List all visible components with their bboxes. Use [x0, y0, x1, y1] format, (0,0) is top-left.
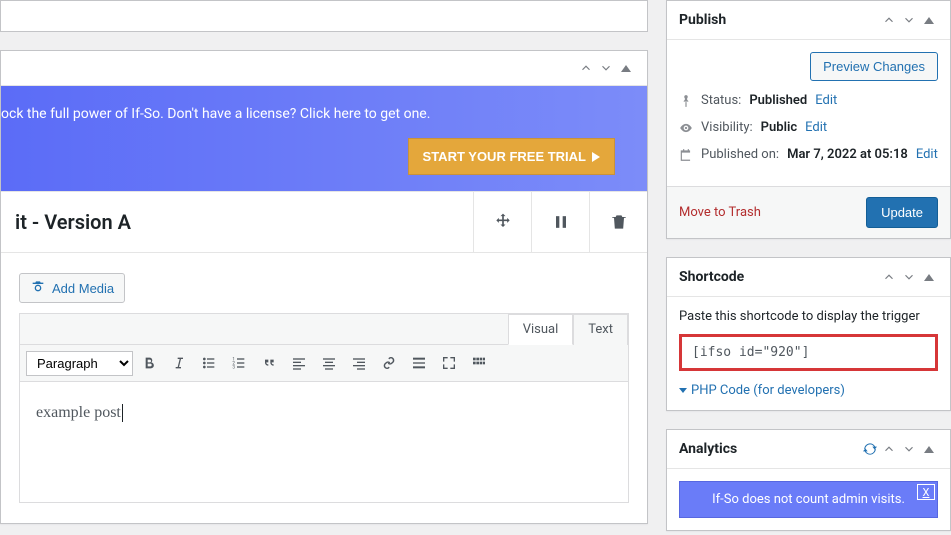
align-left-button[interactable] — [285, 349, 313, 377]
collapse-toggle[interactable] — [920, 11, 938, 29]
editor-content[interactable]: example post — [20, 382, 628, 502]
start-trial-label: START YOUR FREE TRIAL — [423, 149, 586, 164]
publish-box: Publish Preview Changes Status: Publishe… — [666, 0, 951, 239]
status-label: Status: — [701, 93, 741, 108]
format-select[interactable]: Paragraph — [26, 351, 133, 376]
pin-icon — [679, 94, 693, 108]
visibility-value: Public — [761, 120, 797, 135]
status-row: Status: Published Edit — [679, 93, 938, 108]
tab-visual[interactable]: Visual — [508, 314, 574, 345]
visibility-row: Visibility: Public Edit — [679, 120, 938, 135]
published-value: Mar 7, 2022 at 05:18 — [787, 147, 908, 162]
analytics-alert: If-So does not count admin visits. X — [679, 481, 938, 518]
editor-tabs: Visual Text — [20, 314, 628, 344]
title-input-box[interactable] — [0, 0, 648, 32]
promo-banner: ock the full power of If-So. Don't have … — [1, 86, 647, 191]
eye-icon — [679, 121, 693, 135]
toolbar-toggle-button[interactable] — [465, 349, 493, 377]
tab-text[interactable]: Text — [573, 314, 628, 345]
italic-button[interactable] — [165, 349, 193, 377]
chevron-up-icon[interactable] — [880, 11, 898, 29]
editor-text: example post — [36, 404, 121, 421]
preview-button[interactable]: Preview Changes — [810, 52, 938, 81]
php-label: PHP Code (for developers) — [691, 383, 845, 398]
shortcode-instructions: Paste this shortcode to display the trig… — [679, 309, 938, 324]
status-value: Published — [749, 93, 807, 108]
add-media-label: Add Media — [52, 281, 114, 296]
pause-icon[interactable] — [531, 192, 589, 252]
version-title: it - Version A — [1, 192, 473, 252]
editor-box: Visual Text Paragraph 123 — [19, 313, 629, 503]
shortcode-box: Shortcode Paste this shortcode to displa… — [666, 257, 951, 411]
align-center-button[interactable] — [315, 349, 343, 377]
chevron-up-icon[interactable] — [577, 59, 595, 77]
main-panel: ock the full power of If-So. Don't have … — [0, 50, 648, 524]
link-button[interactable] — [375, 349, 403, 377]
visibility-label: Visibility: — [701, 120, 753, 135]
analytics-alert-text: If-So does not count admin visits. — [712, 492, 905, 507]
chevron-down-icon[interactable] — [900, 11, 918, 29]
panel-header-bar — [1, 51, 647, 86]
publish-title: Publish — [679, 12, 726, 28]
quote-button[interactable] — [255, 349, 283, 377]
media-icon — [30, 280, 46, 296]
shortcode-code[interactable]: [ifso id="920"] — [679, 334, 938, 371]
add-media-button[interactable]: Add Media — [19, 273, 125, 303]
align-right-button[interactable] — [345, 349, 373, 377]
bold-button[interactable] — [135, 349, 163, 377]
refresh-icon[interactable] — [862, 441, 878, 457]
chevron-down-icon[interactable] — [900, 440, 918, 458]
move-icon[interactable] — [473, 192, 531, 252]
bullet-list-button[interactable] — [195, 349, 223, 377]
update-button[interactable]: Update — [866, 197, 938, 228]
readmore-button[interactable] — [405, 349, 433, 377]
analytics-title: Analytics — [679, 441, 737, 457]
chevron-up-icon[interactable] — [880, 268, 898, 286]
chevron-down-icon[interactable] — [900, 268, 918, 286]
start-trial-button[interactable]: START YOUR FREE TRIAL — [408, 138, 615, 175]
published-edit[interactable]: Edit — [916, 147, 938, 162]
collapse-toggle[interactable] — [617, 59, 635, 77]
chevron-up-icon[interactable] — [880, 440, 898, 458]
text-cursor — [122, 404, 123, 422]
number-list-button[interactable]: 123 — [225, 349, 253, 377]
alert-close-button[interactable]: X — [917, 484, 935, 500]
version-row: it - Version A — [1, 191, 647, 253]
fullscreen-button[interactable] — [435, 349, 463, 377]
chevron-down-icon[interactable] — [597, 59, 615, 77]
editor-toolbar: Paragraph 123 — [20, 344, 628, 382]
analytics-box: Analytics If-So does not count admin vis… — [666, 429, 951, 531]
trash-icon[interactable] — [589, 192, 647, 252]
collapse-toggle[interactable] — [920, 440, 938, 458]
editor-area: Add Media Visual Text Paragraph 123 — [1, 253, 647, 523]
svg-text:3: 3 — [232, 364, 235, 370]
move-to-trash[interactable]: Move to Trash — [679, 205, 761, 220]
collapse-toggle[interactable] — [920, 268, 938, 286]
play-icon — [592, 152, 600, 162]
shortcode-title: Shortcode — [679, 269, 744, 285]
calendar-icon — [679, 148, 693, 162]
sidebar: Publish Preview Changes Status: Publishe… — [666, 0, 951, 535]
published-row: Published on: Mar 7, 2022 at 05:18 Edit — [679, 147, 938, 162]
banner-text: ock the full power of If-So. Don't have … — [1, 106, 631, 122]
visibility-edit[interactable]: Edit — [805, 120, 827, 135]
status-edit[interactable]: Edit — [815, 93, 837, 108]
published-label: Published on: — [701, 147, 779, 162]
chevron-down-icon — [679, 388, 687, 393]
php-code-toggle[interactable]: PHP Code (for developers) — [679, 383, 938, 398]
